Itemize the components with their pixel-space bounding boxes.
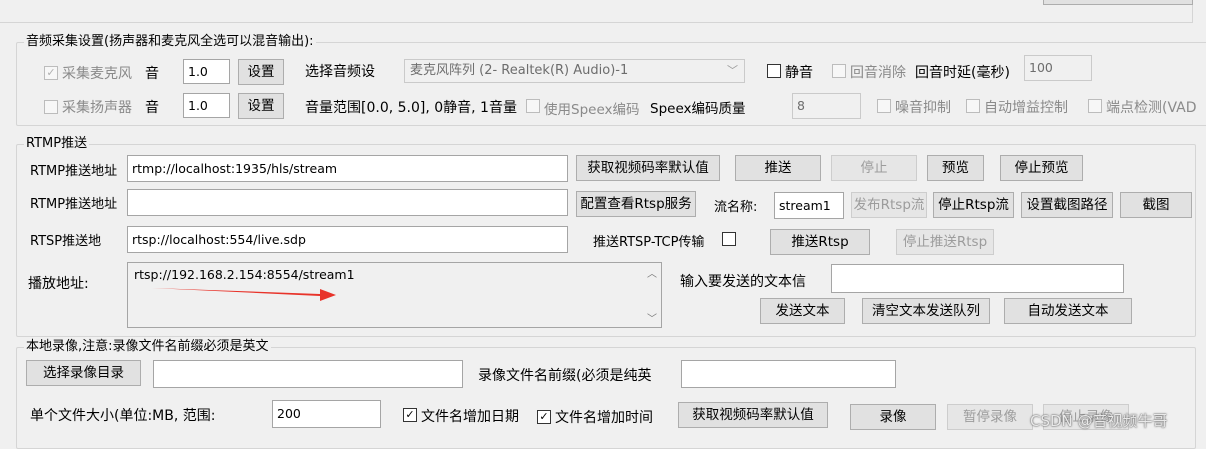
play-url-label: 播放地址: xyxy=(28,276,89,292)
rtsp-config-button[interactable]: 配置查看Rtsp服务 xyxy=(576,191,696,217)
stop-push-rtsp-button[interactable]: 停止推送Rtsp xyxy=(896,229,994,255)
select-record-dir-button[interactable]: 选择录像目录 xyxy=(26,360,141,386)
mic-set-button[interactable]: 设置 xyxy=(238,59,284,85)
stop-preview-button[interactable]: 停止预览 xyxy=(1000,155,1083,181)
add-time-checkbox[interactable]: ✓ xyxy=(537,410,551,424)
audio-device-value: 麦克风阵列 (2- Realtek(R) Audio)-1 xyxy=(410,63,629,78)
audio-device-select[interactable]: 麦克风阵列 (2- Realtek(R) Audio)-1 ﹀ xyxy=(404,59,745,83)
echo-delay-input[interactable]: 100 xyxy=(1024,55,1092,81)
snapshot-button[interactable]: 截图 xyxy=(1120,192,1192,218)
rtmp-group-title: RTMP推送 xyxy=(24,136,90,152)
use-speex-label: 使用Speex编码 xyxy=(544,102,640,118)
vad-checkbox[interactable] xyxy=(1088,99,1102,113)
rtmp-url-input[interactable]: rtmp://localhost:1935/hls/stream xyxy=(127,155,568,182)
top-button-remnant[interactable] xyxy=(1043,0,1193,5)
preview-button[interactable]: 预览 xyxy=(927,155,984,181)
agc-label: 自动增益控制 xyxy=(984,100,1068,116)
speaker-label: 采集扬声器 xyxy=(62,100,132,116)
add-date-label: 文件名增加日期 xyxy=(421,409,519,425)
echo-delay-label: 回音时延(毫秒) xyxy=(915,65,1010,81)
record-group-title: 本地录像,注意:录像文件名前缀必须是英文 xyxy=(24,339,271,355)
echo-cancel-label: 回音消除 xyxy=(850,65,906,81)
stop-rtsp-stream-button[interactable]: 停止Rtsp流 xyxy=(933,192,1014,218)
scroll-down-icon[interactable]: ﹀ xyxy=(647,310,657,325)
pause-record-button[interactable]: 暂停录像 xyxy=(947,404,1033,430)
noise-suppress-checkbox[interactable] xyxy=(877,99,891,113)
noise-suppress-label: 噪音抑制 xyxy=(895,100,951,116)
scroll-up-icon[interactable]: ︿ xyxy=(647,265,657,280)
send-text-label: 输入要发送的文本信 xyxy=(680,274,806,290)
auto-send-text-button[interactable]: 自动发送文本 xyxy=(1004,298,1132,324)
rtsp-url-input[interactable]: rtsp://localhost:554/live.sdp xyxy=(127,226,568,253)
push-button[interactable]: 推送 xyxy=(735,155,821,181)
select-device-label: 选择音频设 xyxy=(305,64,375,80)
record-prefix-input[interactable] xyxy=(681,360,896,388)
add-time-label: 文件名增加时间 xyxy=(555,410,653,426)
chevron-down-icon: ﹀ xyxy=(727,64,738,77)
record-get-bitrate-button[interactable]: 获取视频码率默认值 xyxy=(678,402,828,428)
speaker-set-button[interactable]: 设置 xyxy=(238,93,284,119)
mic-volume-input[interactable]: 1.0 xyxy=(183,59,230,84)
send-text-input[interactable] xyxy=(831,264,1124,293)
speex-quality-label: Speex编码质量 xyxy=(650,101,746,117)
rtmp-url2-input[interactable] xyxy=(127,189,568,216)
use-speex-checkbox[interactable] xyxy=(526,99,540,113)
get-bitrate-button[interactable]: 获取视频码率默认值 xyxy=(576,155,720,181)
mute-label: 静音 xyxy=(785,65,813,81)
stream-name-input[interactable]: stream1 xyxy=(774,192,844,219)
speex-quality-input[interactable]: 8 xyxy=(792,93,861,119)
echo-cancel-checkbox[interactable] xyxy=(832,64,846,78)
top-panel-border xyxy=(0,0,1193,23)
snapshot-path-button[interactable]: 设置截图路径 xyxy=(1021,192,1113,218)
file-size-label: 单个文件大小(单位:MB, 范围: xyxy=(30,408,216,424)
agc-checkbox[interactable] xyxy=(966,99,980,113)
play-url-value: rtsp://192.168.2.154:8554/stream1 xyxy=(134,267,355,282)
vad-label: 端点检测(VAD xyxy=(1106,100,1197,116)
record-dir-input[interactable] xyxy=(153,360,463,388)
mic-label: 采集麦克风 xyxy=(62,66,132,82)
rtsp-url-label: RTSP推送地 xyxy=(30,234,102,249)
push-rtsp-button[interactable]: 推送Rtsp xyxy=(770,229,870,255)
rtsp-tcp-label: 推送RTSP-TCP传输 xyxy=(593,235,705,250)
file-size-input[interactable]: 200 xyxy=(272,400,381,428)
stream-name-label: 流名称: xyxy=(714,200,758,215)
mic-volume-label: 音 xyxy=(145,66,159,82)
speaker-volume-input[interactable]: 1.0 xyxy=(183,93,230,118)
volume-range-label: 音量范围[0.0, 5.0], 0静音, 1音量 xyxy=(305,100,517,116)
send-text-button[interactable]: 发送文本 xyxy=(760,298,845,324)
audio-group-title: 音频采集设置(扬声器和麦克风全选可以混音输出): xyxy=(24,34,316,50)
mute-checkbox[interactable] xyxy=(767,64,781,78)
rtsp-tcp-checkbox[interactable] xyxy=(722,232,736,246)
record-button[interactable]: 录像 xyxy=(850,404,936,430)
red-arrow-annotation xyxy=(152,288,336,301)
stop-button[interactable]: 停止 xyxy=(831,155,917,181)
speaker-volume-label: 音 xyxy=(145,100,159,116)
speaker-checkbox[interactable] xyxy=(44,100,58,114)
add-date-checkbox[interactable]: ✓ xyxy=(403,408,417,422)
publish-rtsp-button[interactable]: 发布Rtsp流 xyxy=(851,192,927,218)
clear-text-queue-button[interactable]: 清空文本发送队列 xyxy=(862,298,990,324)
csdn-watermark: CSDN @音视频牛哥 xyxy=(1030,412,1168,430)
rtmp-url2-label: RTMP推送地址 xyxy=(30,197,118,212)
record-prefix-label: 录像文件名前缀(必须是纯英 xyxy=(478,368,652,384)
rtmp-url-label: RTMP推送地址 xyxy=(30,164,118,179)
mic-checkbox[interactable]: ✓ xyxy=(44,66,58,80)
